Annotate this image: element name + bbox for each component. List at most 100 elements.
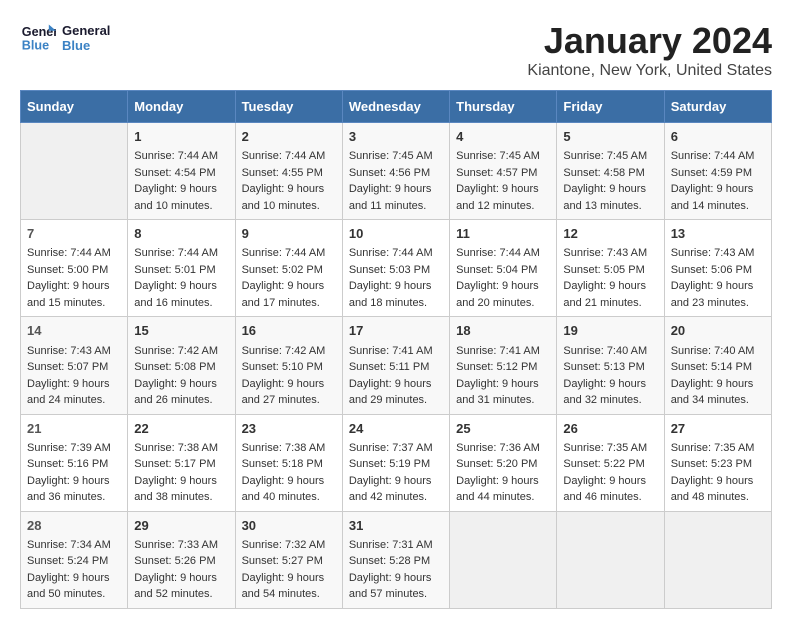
calendar-cell: 8Sunrise: 7:44 AMSunset: 5:01 PMDaylight… — [128, 220, 235, 317]
day-number: 30 — [242, 517, 336, 535]
day-info: Sunrise: 7:44 AMSunset: 5:00 PMDaylight:… — [27, 245, 121, 311]
calendar-cell: 18 Sunrise: 7:41 AMSunset: 5:12 PMDayligh… — [450, 317, 557, 414]
calendar-cell — [450, 511, 557, 608]
calendar-cell: 2Sunrise: 7:44 AMSunset: 4:55 PMDaylight… — [235, 123, 342, 220]
calendar-cell: 24 Sunrise: 7:37 AMSunset: 5:19 PMDayligh… — [342, 414, 449, 511]
day-number: 13 — [671, 225, 765, 243]
calendar-body: 1 Sunrise: 7:44 AMSunset: 4:54 PMDaylight… — [21, 123, 772, 609]
day-info: Sunrise: 7:34 AMSunset: 5:24 PMDaylight:… — [27, 537, 121, 603]
page-header: General Blue General Blue January 2024 K… — [20, 20, 772, 80]
calendar-cell: 10 Sunrise: 7:44 AMSunset: 5:03 PMDayligh… — [342, 220, 449, 317]
day-info: Sunrise: 7:32 AMSunset: 5:27 PMDaylight:… — [242, 537, 336, 603]
calendar-cell — [664, 511, 771, 608]
day-number: 10 — [349, 225, 443, 243]
day-info: Sunrise: 7:45 AMSunset: 4:57 PMDaylight:… — [456, 148, 550, 214]
week-row-5: 28 Sunrise: 7:34 AMSunset: 5:24 PMDayligh… — [21, 511, 772, 608]
day-number: 7 — [27, 225, 121, 243]
day-info: Sunrise: 7:40 AMSunset: 5:13 PMDaylight:… — [563, 343, 657, 409]
day-number: 26 — [563, 420, 657, 438]
title-block: January 2024 Kiantone, New York, United … — [527, 20, 772, 80]
day-number: 28 — [27, 517, 121, 535]
day-number: 25 — [456, 420, 550, 438]
day-info: Sunrise: 7:44 AMSunset: 4:55 PMDaylight:… — [242, 148, 336, 214]
day-info: Sunrise: 7:31 AMSunset: 5:28 PMDaylight:… — [349, 537, 443, 603]
logo: General Blue General Blue — [20, 20, 110, 56]
calendar-cell: 12 Sunrise: 7:43 AMSunset: 5:05 PMDayligh… — [557, 220, 664, 317]
day-number: 20 — [671, 322, 765, 340]
calendar-cell: 14 Sunrise: 7:43 AMSunset: 5:07 PMDayligh… — [21, 317, 128, 414]
logo-line2: Blue — [62, 38, 110, 53]
calendar-cell: 22Sunrise: 7:38 AMSunset: 5:17 PMDayligh… — [128, 414, 235, 511]
week-row-1: 1 Sunrise: 7:44 AMSunset: 4:54 PMDaylight… — [21, 123, 772, 220]
calendar-cell: 26 Sunrise: 7:35 AMSunset: 5:22 PMDayligh… — [557, 414, 664, 511]
day-info: Sunrise: 7:44 AMSunset: 4:54 PMDaylight:… — [134, 148, 228, 214]
header-wednesday: Wednesday — [342, 91, 449, 123]
day-info: Sunrise: 7:41 AMSunset: 5:11 PMDaylight:… — [349, 343, 443, 409]
day-info: Sunrise: 7:44 AMSunset: 5:02 PMDaylight:… — [242, 245, 336, 311]
day-info: Sunrise: 7:39 AMSunset: 5:16 PMDaylight:… — [27, 440, 121, 506]
day-number: 23 — [242, 420, 336, 438]
logo-line1: General — [62, 23, 110, 38]
calendar-cell: 4 Sunrise: 7:45 AMSunset: 4:57 PMDaylight… — [450, 123, 557, 220]
calendar-cell — [21, 123, 128, 220]
day-number: 17 — [349, 322, 443, 340]
calendar-cell: 25 Sunrise: 7:36 AMSunset: 5:20 PMDayligh… — [450, 414, 557, 511]
day-info: Sunrise: 7:38 AMSunset: 5:18 PMDaylight:… — [242, 440, 336, 506]
day-info: Sunrise: 7:36 AMSunset: 5:20 PMDaylight:… — [456, 440, 550, 506]
day-info: Sunrise: 7:38 AMSunset: 5:17 PMDaylight:… — [134, 440, 228, 506]
day-info: Sunrise: 7:44 AMSunset: 5:04 PMDaylight:… — [456, 245, 550, 311]
day-info: Sunrise: 7:37 AMSunset: 5:19 PMDaylight:… — [349, 440, 443, 506]
day-number: 15 — [134, 322, 228, 340]
calendar-cell: 5 Sunrise: 7:45 AMSunset: 4:58 PMDaylight… — [557, 123, 664, 220]
calendar-title: January 2024 — [527, 20, 772, 62]
calendar-cell: 21 Sunrise: 7:39 AMSunset: 5:16 PMDayligh… — [21, 414, 128, 511]
day-number: 16 — [242, 322, 336, 340]
day-info: Sunrise: 7:40 AMSunset: 5:14 PMDaylight:… — [671, 343, 765, 409]
day-number: 24 — [349, 420, 443, 438]
day-number: 1 — [134, 128, 228, 146]
day-info: Sunrise: 7:44 AMSunset: 4:59 PMDaylight:… — [671, 148, 765, 214]
calendar-cell: 6 Sunrise: 7:44 AMSunset: 4:59 PMDaylight… — [664, 123, 771, 220]
day-number: 21 — [27, 420, 121, 438]
day-number: 12 — [563, 225, 657, 243]
week-row-4: 21 Sunrise: 7:39 AMSunset: 5:16 PMDayligh… — [21, 414, 772, 511]
svg-text:Blue: Blue — [22, 39, 49, 53]
day-number: 8 — [134, 225, 228, 243]
calendar-cell: 20 Sunrise: 7:40 AMSunset: 5:14 PMDayligh… — [664, 317, 771, 414]
day-info: Sunrise: 7:44 AMSunset: 5:03 PMDaylight:… — [349, 245, 443, 311]
day-number: 6 — [671, 128, 765, 146]
day-info: Sunrise: 7:45 AMSunset: 4:58 PMDaylight:… — [563, 148, 657, 214]
week-row-3: 14 Sunrise: 7:43 AMSunset: 5:07 PMDayligh… — [21, 317, 772, 414]
header-saturday: Saturday — [664, 91, 771, 123]
day-number: 29 — [134, 517, 228, 535]
header-monday: Monday — [128, 91, 235, 123]
day-number: 31 — [349, 517, 443, 535]
day-number: 19 — [563, 322, 657, 340]
header-friday: Friday — [557, 91, 664, 123]
calendar-cell: 7 Sunrise: 7:44 AMSunset: 5:00 PMDaylight… — [21, 220, 128, 317]
day-info: Sunrise: 7:43 AMSunset: 5:07 PMDaylight:… — [27, 343, 121, 409]
calendar-cell: 23 Sunrise: 7:38 AMSunset: 5:18 PMDayligh… — [235, 414, 342, 511]
calendar-cell: 28 Sunrise: 7:34 AMSunset: 5:24 PMDayligh… — [21, 511, 128, 608]
day-info: Sunrise: 7:43 AMSunset: 5:06 PMDaylight:… — [671, 245, 765, 311]
day-info: Sunrise: 7:41 AMSunset: 5:12 PMDaylight:… — [456, 343, 550, 409]
day-number: 5 — [563, 128, 657, 146]
day-number: 3 — [349, 128, 443, 146]
calendar-header: SundayMondayTuesdayWednesdayThursdayFrid… — [21, 91, 772, 123]
day-number: 11 — [456, 225, 550, 243]
header-thursday: Thursday — [450, 91, 557, 123]
calendar-cell — [557, 511, 664, 608]
day-info: Sunrise: 7:45 AMSunset: 4:56 PMDaylight:… — [349, 148, 443, 214]
day-number: 14 — [27, 322, 121, 340]
calendar-cell: 9Sunrise: 7:44 AMSunset: 5:02 PMDaylight… — [235, 220, 342, 317]
header-tuesday: Tuesday — [235, 91, 342, 123]
day-info: Sunrise: 7:43 AMSunset: 5:05 PMDaylight:… — [563, 245, 657, 311]
day-info: Sunrise: 7:35 AMSunset: 5:22 PMDaylight:… — [563, 440, 657, 506]
day-number: 18 — [456, 322, 550, 340]
calendar-cell: 30 Sunrise: 7:32 AMSunset: 5:27 PMDayligh… — [235, 511, 342, 608]
day-info: Sunrise: 7:35 AMSunset: 5:23 PMDaylight:… — [671, 440, 765, 506]
logo-icon: General Blue — [20, 20, 56, 56]
header-sunday: Sunday — [21, 91, 128, 123]
day-number: 4 — [456, 128, 550, 146]
calendar-cell: 16Sunrise: 7:42 AMSunset: 5:10 PMDayligh… — [235, 317, 342, 414]
